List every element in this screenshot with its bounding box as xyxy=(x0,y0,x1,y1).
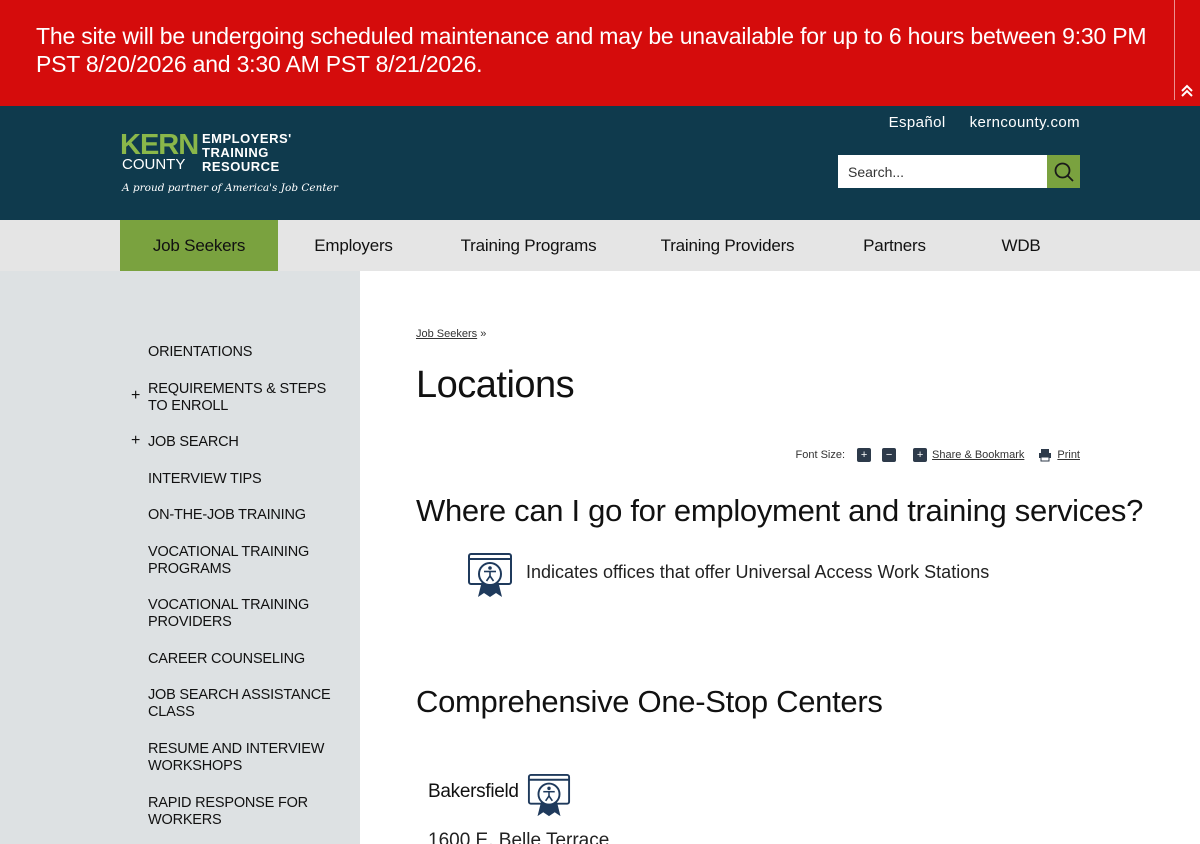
breadcrumb-separator: » xyxy=(480,328,487,340)
font-size-label: Font Size: xyxy=(795,449,846,461)
print-icon[interactable] xyxy=(1038,448,1052,462)
font-increase-button[interactable]: + xyxy=(857,448,872,462)
share-bookmark-link[interactable]: Share & Bookmark xyxy=(932,449,1024,461)
logo-etr: EMPLOYERS' TRAINING RESOURCE xyxy=(202,132,292,174)
espanol-link[interactable]: Español xyxy=(889,114,946,131)
sidebar-item-vocational-providers[interactable]: VOCATIONAL TRAINING PROVIDERS xyxy=(148,597,343,631)
universal-access-icon xyxy=(468,553,512,597)
location-address: 1600 E. Belle Terrace xyxy=(428,830,610,844)
sidebar-item-resume-workshops[interactable]: RESUME AND INTERVIEW WORKSHOPS xyxy=(148,741,343,775)
page-title: Locations xyxy=(416,364,575,406)
search-button[interactable] xyxy=(1047,155,1080,188)
alert-message: The site will be undergoing scheduled ma… xyxy=(36,23,1147,77)
share-icon[interactable]: + xyxy=(913,448,928,462)
sidebar-item-job-search-assistance[interactable]: JOB SEARCH ASSISTANCE CLASS xyxy=(148,687,343,721)
font-decrease-button[interactable]: − xyxy=(882,448,897,462)
nav-training-providers[interactable]: Training Providers xyxy=(628,220,827,271)
kerncounty-link[interactable]: kerncounty.com xyxy=(970,114,1080,131)
sidebar-item-job-search[interactable]: JOB SEARCH xyxy=(148,434,343,451)
collapse-alert-icon[interactable] xyxy=(1178,82,1196,100)
location-city: Bakersfield xyxy=(428,781,519,802)
sidebar-item-career-counseling[interactable]: CAREER COUNSELING xyxy=(148,651,343,668)
alert-divider xyxy=(1174,0,1175,100)
sidebar-item-vocational-programs[interactable]: VOCATIONAL TRAINING PROGRAMS xyxy=(148,544,343,578)
nav-wdb[interactable]: WDB xyxy=(962,220,1080,271)
sidebar-item-on-the-job-training[interactable]: ON-THE-JOB TRAINING xyxy=(148,507,343,524)
expand-requirements-icon[interactable]: + xyxy=(131,388,140,404)
nav-employers[interactable]: Employers xyxy=(278,220,429,271)
breadcrumb-job-seekers[interactable]: Job Seekers xyxy=(416,328,477,340)
print-link[interactable]: Print xyxy=(1057,449,1080,461)
search-input[interactable] xyxy=(838,155,1047,188)
logo-county: COUNTY xyxy=(122,156,186,173)
main-navigation: Job Seekers Employers Training Programs … xyxy=(0,220,1200,271)
sidebar-item-requirements[interactable]: REQUIREMENTS & STEPS TO ENROLL xyxy=(148,381,343,415)
logo-line-2: TRAINING xyxy=(202,145,269,160)
sidebar-item-interview-tips[interactable]: INTERVIEW TIPS xyxy=(148,471,343,488)
logo-line-3: RESOURCE xyxy=(202,159,280,174)
expand-job-search-icon[interactable]: + xyxy=(131,433,140,449)
breadcrumb: Job Seekers » xyxy=(416,328,486,340)
header-utility-links: Español kerncounty.com xyxy=(889,114,1080,131)
logo-line-1: EMPLOYERS' xyxy=(202,131,292,146)
nav-job-seekers[interactable]: Job Seekers xyxy=(120,220,278,271)
access-note: Indicates offices that offer Universal A… xyxy=(526,562,990,582)
nav-partners[interactable]: Partners xyxy=(827,220,962,271)
page-tools: Font Size: + − + Share & Bookmark Print xyxy=(796,448,1080,462)
nav-training-programs[interactable]: Training Programs xyxy=(429,220,628,271)
universal-access-icon xyxy=(527,774,571,817)
kern-county-etr-logo[interactable]: KERN COUNTY EMPLOYERS' TRAINING RESOURCE… xyxy=(120,130,338,196)
sidebar-item-orientations[interactable]: ORIENTATIONS xyxy=(148,344,343,361)
one-stop-centers-heading: Comprehensive One-Stop Centers xyxy=(416,684,883,719)
logo-tagline: A proud partner of America's Job Center xyxy=(122,182,338,194)
services-question-heading: Where can I go for employment and traini… xyxy=(416,493,1144,528)
maintenance-alert-banner: The site will be undergoing scheduled ma… xyxy=(0,0,1200,106)
search-icon xyxy=(1054,162,1074,182)
sidebar-item-rapid-response[interactable]: RAPID RESPONSE FOR WORKERS xyxy=(148,795,343,829)
site-header: KERN COUNTY EMPLOYERS' TRAINING RESOURCE… xyxy=(0,106,1200,220)
